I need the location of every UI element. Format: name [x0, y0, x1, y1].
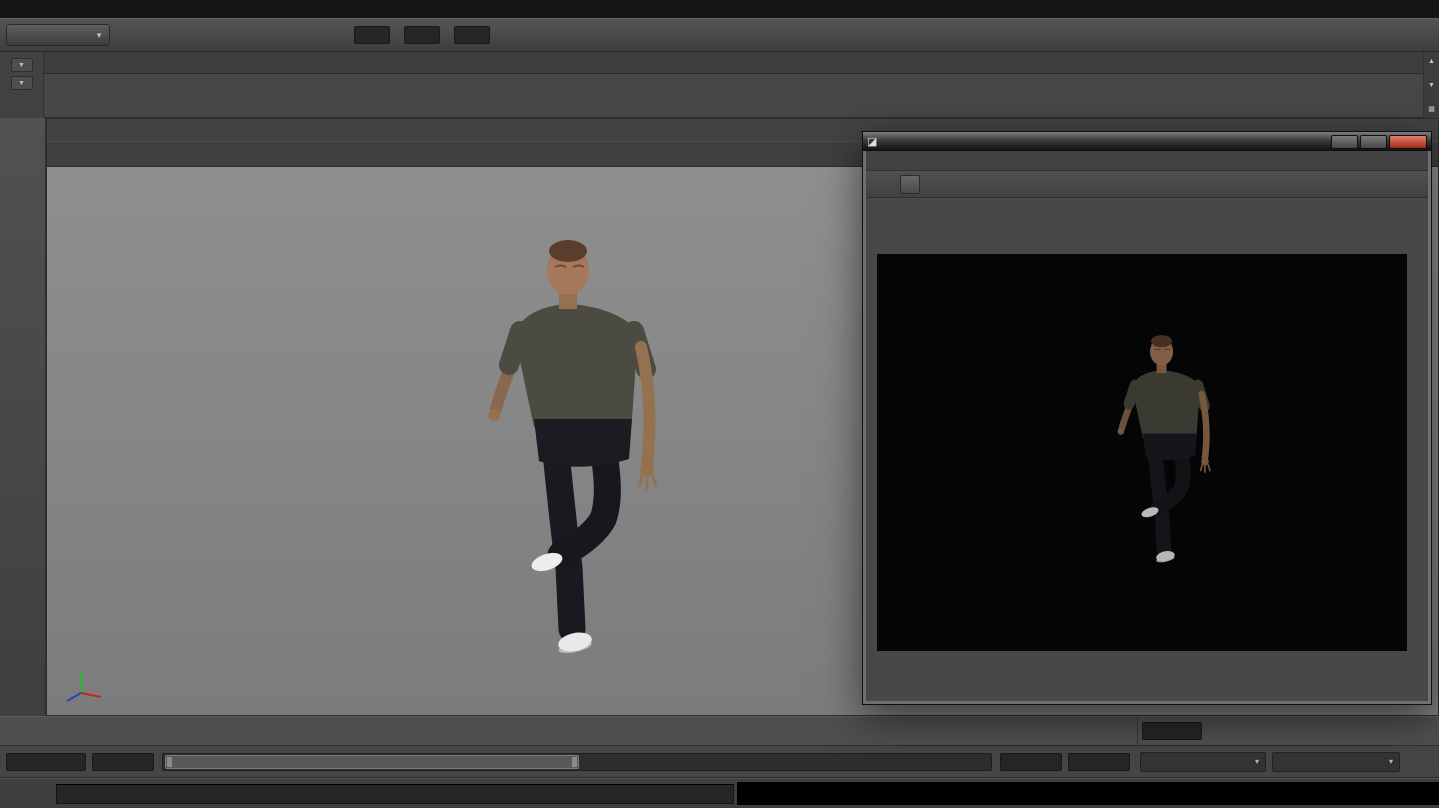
shelf-scroll: ▲ ▼ ▦: [1423, 52, 1439, 118]
range-slider-row: ▾ ▾: [0, 746, 1439, 778]
animation-start-field[interactable]: [6, 753, 86, 771]
shelf-tab-menu-icon[interactable]: ▼: [11, 58, 33, 72]
shelf-switcher: ▼ ▼: [0, 52, 44, 118]
render-view-menubar: [866, 151, 1428, 171]
render-status-line2: [866, 680, 1428, 692]
clapperboard-icon: ◪: [867, 135, 877, 148]
shelf-scroll-down-icon[interactable]: ▼: [1426, 79, 1438, 91]
time-slider: [0, 716, 1439, 746]
renderer-selector[interactable]: [900, 175, 920, 194]
playback-end-field[interactable]: [1000, 753, 1062, 771]
maya-application: ▼ ▼ ▼ ▲ ▼ ▦: [0, 0, 1439, 808]
command-line: [0, 778, 1439, 808]
shelf-icon-row: [44, 74, 1423, 118]
render-status-line1: [866, 663, 1428, 675]
axis-gizmo: [57, 655, 111, 709]
shelf-tabs: [44, 52, 1423, 74]
playback-controls: [1212, 719, 1433, 745]
minimize-button[interactable]: [1331, 135, 1358, 149]
window-buttons: [1331, 135, 1427, 149]
chevron-down-icon: ▾: [1389, 757, 1393, 766]
character-model[interactable]: [488, 240, 656, 655]
z-input[interactable]: [454, 26, 490, 44]
shelf-scroll-up-icon[interactable]: ▲: [1426, 55, 1438, 67]
render-view-window: ◪: [862, 131, 1432, 705]
animation-end-field[interactable]: [1068, 753, 1130, 771]
range-start-handle[interactable]: [166, 756, 173, 768]
main-menubar: [0, 0, 1439, 18]
shelf-trash-icon[interactable]: ▦: [1426, 103, 1438, 115]
frame-strip[interactable]: [0, 717, 1138, 745]
chevron-down-icon: ▾: [1255, 757, 1259, 766]
menu-set-selector[interactable]: ▼: [6, 24, 110, 46]
render-view-toolbar: [866, 171, 1428, 198]
close-button[interactable]: [1389, 135, 1427, 149]
character-set-selector[interactable]: ▾: [1272, 752, 1400, 772]
chevron-down-icon: ▼: [95, 31, 103, 40]
shelf-menu-icon[interactable]: ▼: [11, 76, 33, 90]
current-time-field[interactable]: [1142, 722, 1202, 740]
playback-start-field[interactable]: [92, 753, 154, 771]
y-input[interactable]: [404, 26, 440, 44]
anim-layer-selector[interactable]: ▾: [1140, 752, 1266, 772]
command-output[interactable]: [737, 782, 1439, 805]
x-input[interactable]: [354, 26, 390, 44]
status-line: ▼: [0, 18, 1439, 52]
maximize-button[interactable]: [1360, 135, 1387, 149]
rendered-image[interactable]: [877, 254, 1407, 651]
command-input[interactable]: [56, 784, 734, 804]
playback-range-bar[interactable]: [165, 755, 579, 769]
render-view-titlebar[interactable]: ◪: [863, 132, 1431, 151]
range-end-handle[interactable]: [571, 756, 578, 768]
range-slider[interactable]: [162, 753, 992, 771]
toolbox: [0, 118, 46, 716]
